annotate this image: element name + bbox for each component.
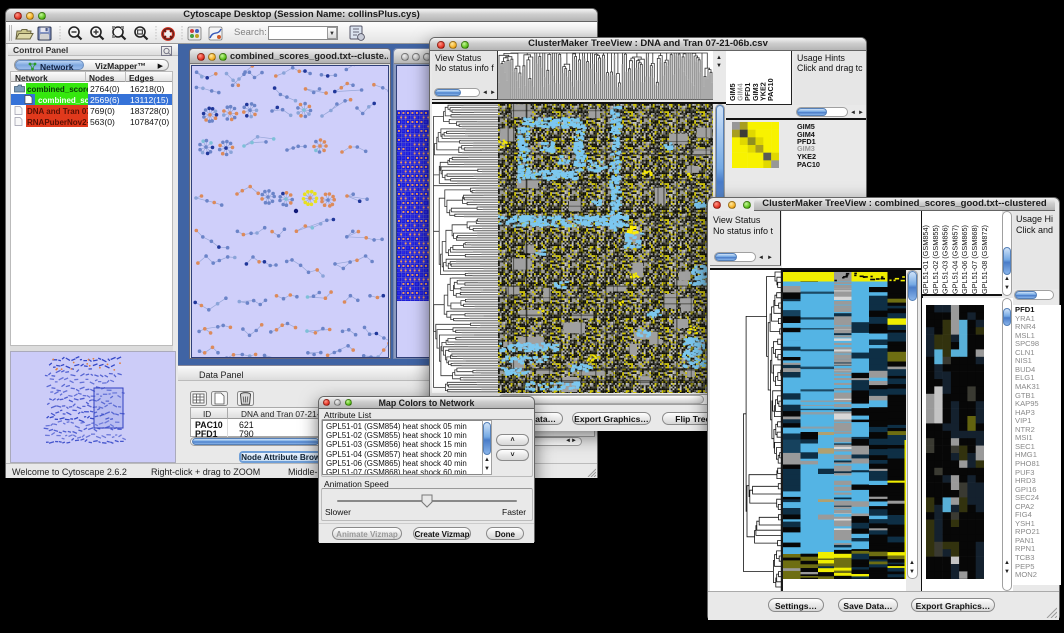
svg-text:GPL51-08 (GSM872): GPL51-08 (GSM872) <box>980 225 989 294</box>
svg-text:GPL51-02 (GSM855): GPL51-02 (GSM855) <box>931 225 940 294</box>
svg-text:GPL51-07 (GSM868): GPL51-07 (GSM868) <box>970 225 979 294</box>
svg-text:GPL51-01 (GSM854): GPL51-01 (GSM854) <box>922 225 930 294</box>
svg-text:GPL51-03 (GSM856): GPL51-03 (GSM856) <box>941 225 950 294</box>
svg-text:PAC10: PAC10 <box>766 78 775 101</box>
svg-text:GPL51-04 (GSM857): GPL51-04 (GSM857) <box>950 225 959 294</box>
svg-text:GPL51-06 (GSM865): GPL51-06 (GSM865) <box>960 225 969 294</box>
